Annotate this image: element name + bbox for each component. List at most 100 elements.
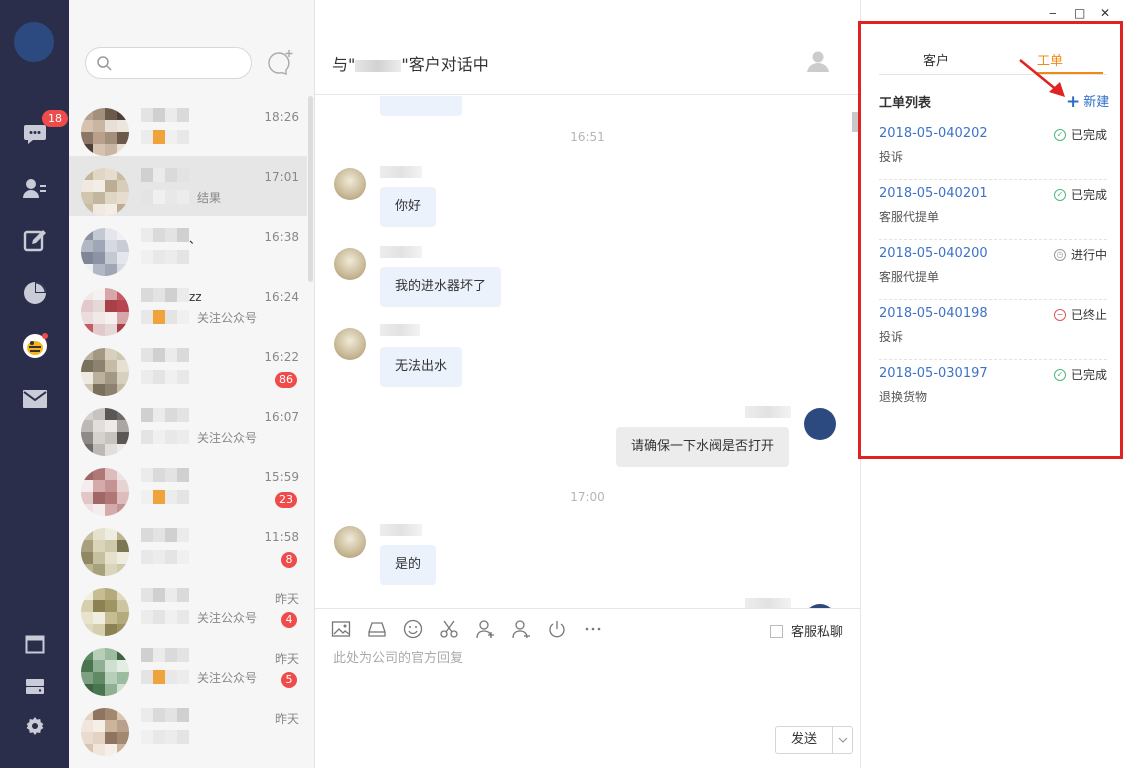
- drive-icon[interactable]: [367, 619, 387, 639]
- message-preview-blur: [141, 310, 189, 324]
- conversation-time: 16:07: [264, 410, 299, 424]
- message-preview-blur: [141, 190, 189, 204]
- drive-icon[interactable]: [20, 671, 50, 701]
- message-preview: 关注公众号: [197, 671, 258, 685]
- message-input[interactable]: 此处为公司的官方回复: [333, 647, 463, 666]
- chat-badge: 18: [42, 110, 68, 127]
- image-icon[interactable]: [331, 619, 351, 639]
- edit-icon[interactable]: [20, 225, 50, 255]
- bee-app-icon[interactable]: [20, 331, 50, 361]
- maximize-button[interactable]: □: [1074, 6, 1085, 20]
- chat-title: 与" "客户对话中: [332, 51, 489, 75]
- contact-avatar: [81, 348, 129, 396]
- sender-name-blur: [380, 524, 422, 536]
- contact-name-blur: [141, 468, 189, 482]
- search-input[interactable]: [85, 47, 252, 79]
- mail-icon[interactable]: [20, 384, 50, 414]
- conversation-item[interactable]: 关注公众号 昨天 4: [69, 576, 307, 636]
- message-bubble: 是的: [380, 545, 437, 585]
- contact-avatar: [81, 408, 129, 456]
- unread-badge: 4: [281, 612, 297, 628]
- customer-avatar: [334, 248, 366, 280]
- conversation-item[interactable]: 11:58 8: [69, 516, 307, 576]
- send-options-dropdown[interactable]: [832, 727, 852, 753]
- conversation-time: 16:38: [264, 230, 299, 244]
- sender-name-blur: [745, 598, 791, 608]
- timestamp: 17:00: [570, 490, 605, 504]
- contact-name-blur: [141, 408, 189, 422]
- send-button-group[interactable]: 发送: [775, 726, 853, 754]
- conversation-rows: 18:26 结果 17:01 、 16:38 zz 关注公众号 16:24 16:22 86 关注公…: [69, 96, 307, 756]
- conversation-item[interactable]: 结果 17:01: [69, 156, 307, 216]
- conversation-time: 18:26: [264, 110, 299, 124]
- contact-avatar: [81, 648, 129, 696]
- agent-avatar: [804, 408, 836, 440]
- settings-gear-icon[interactable]: [20, 711, 50, 741]
- contacts-icon[interactable]: [20, 173, 50, 203]
- contact-name-blur: [141, 288, 189, 302]
- new-chat-icon[interactable]: [267, 48, 295, 80]
- conversation-item[interactable]: 18:26: [69, 96, 307, 156]
- sender-name-blur: [380, 166, 422, 178]
- stats-pie-icon[interactable]: [20, 278, 50, 308]
- left-nav: 18: [0, 0, 69, 768]
- power-icon[interactable]: [547, 619, 567, 639]
- contact-name-blur: [141, 708, 189, 722]
- contact-name-suffix: 、: [189, 232, 202, 246]
- contact-avatar: [81, 228, 129, 276]
- conversation-item[interactable]: 关注公众号 16:07: [69, 396, 307, 456]
- unread-badge: 8: [281, 552, 297, 568]
- conversation-time: 16:24: [264, 290, 299, 304]
- chevron-down-icon: [838, 737, 847, 743]
- emoji-icon[interactable]: [403, 619, 423, 639]
- calendar-icon[interactable]: [20, 629, 50, 659]
- contact-name-blur: [141, 588, 189, 602]
- timestamp: 16:51: [570, 130, 605, 144]
- conversation-time: 16:22: [264, 350, 299, 364]
- contact-avatar: [81, 708, 129, 756]
- user-avatar[interactable]: [14, 22, 54, 62]
- conversation-item[interactable]: 、 16:38: [69, 216, 307, 276]
- conversation-time: 11:58: [264, 530, 299, 544]
- conversation-time: 昨天: [274, 652, 299, 666]
- send-button[interactable]: 发送: [776, 727, 832, 753]
- customer-avatar: [334, 526, 366, 558]
- message-bubble: 我的进水器坏了: [380, 267, 502, 307]
- list-scrollbar[interactable]: [308, 96, 313, 282]
- message-preview-blur: [141, 130, 189, 144]
- more-icon[interactable]: [583, 619, 603, 639]
- conversation-time: 昨天: [274, 592, 299, 606]
- conversation-item[interactable]: 昨天: [69, 696, 307, 756]
- conversation-item[interactable]: zz 关注公众号 16:24: [69, 276, 307, 336]
- scissors-icon[interactable]: [439, 619, 459, 639]
- conversation-item[interactable]: 15:59 23: [69, 456, 307, 516]
- chat-header: 与" "客户对话中: [315, 25, 860, 95]
- contact-name-suffix: zz: [189, 290, 202, 304]
- customer-avatar: [334, 328, 366, 360]
- customer-avatar: [334, 168, 366, 200]
- transfer-user-icon[interactable]: [511, 619, 531, 639]
- checkbox-box[interactable]: [770, 625, 783, 638]
- conversation-time: 15:59: [264, 470, 299, 484]
- input-toolbar: 客服私聊: [315, 608, 860, 648]
- message-preview-blur: [141, 490, 189, 504]
- conversation-item[interactable]: 关注公众号 昨天 5: [69, 636, 307, 696]
- message-preview-blur: [141, 670, 189, 684]
- add-contact-icon[interactable]: [475, 619, 495, 639]
- customer-profile-icon[interactable]: [806, 49, 830, 77]
- contact-avatar: [81, 588, 129, 636]
- message-preview-blur: [141, 730, 189, 744]
- chat-title-prefix: 与": [332, 55, 356, 74]
- close-button[interactable]: ✕: [1100, 6, 1110, 20]
- contact-name-blur: [141, 528, 189, 542]
- conversation-time: 昨天: [274, 712, 299, 726]
- contact-name-blur: [141, 348, 189, 362]
- minimize-button[interactable]: ‒: [1049, 6, 1057, 20]
- conversation-time: 17:01: [264, 170, 299, 184]
- message-preview: 结果: [197, 191, 222, 205]
- conversation-item[interactable]: 16:22 86: [69, 336, 307, 396]
- contact-avatar: [81, 108, 129, 156]
- contact-name-blur: [141, 108, 189, 122]
- contact-avatar: [81, 288, 129, 336]
- private-chat-checkbox[interactable]: 客服私聊: [770, 621, 843, 640]
